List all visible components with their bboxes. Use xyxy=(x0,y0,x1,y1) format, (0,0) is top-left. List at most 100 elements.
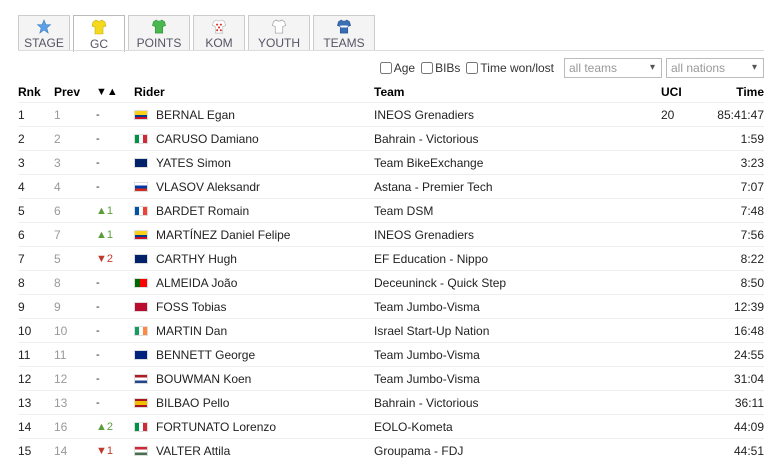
rider-link[interactable]: MARTIN Dan xyxy=(156,324,227,338)
tab-points[interactable]: POINTS xyxy=(128,15,190,50)
uci-points-cell xyxy=(661,199,701,223)
tab-label: YOUTH xyxy=(258,36,300,50)
team-link[interactable]: Israel Start-Up Nation xyxy=(374,324,489,338)
header-uci[interactable]: UCI xyxy=(661,82,701,103)
team-link[interactable]: Groupama - FDJ xyxy=(374,444,463,458)
results-table: Rnk Prev ▼▲ Rider Team UCI Time 11-BERNA… xyxy=(18,82,764,462)
table-row: 67▲1MARTÍNEZ Daniel FelipeINEOS Grenadie… xyxy=(18,223,764,247)
results-tabs: STAGE GC POINTS KOM YOUTH TEAMS xyxy=(18,15,378,52)
rider-link[interactable]: BENNETT George xyxy=(156,348,255,362)
team-link[interactable]: Team Jumbo-Visma xyxy=(374,348,480,362)
chevron-down-icon: ▾ xyxy=(752,62,757,73)
team-cell: Bahrain - Victorious xyxy=(374,391,661,415)
flag-no-icon xyxy=(134,302,148,312)
team-cell: Israel Start-Up Nation xyxy=(374,319,661,343)
time-cell: 7:56 xyxy=(701,223,764,247)
time-cell: 7:07 xyxy=(701,175,764,199)
jersey-yellow-icon xyxy=(91,19,107,35)
rider-cell: BARDET Romain xyxy=(134,199,374,223)
team-link[interactable]: INEOS Grenadiers xyxy=(374,108,474,122)
time-cell: 8:22 xyxy=(701,247,764,271)
time-cell: 36:11 xyxy=(701,391,764,415)
rank-cell: 4 xyxy=(18,175,54,199)
table-row: 1111-BENNETT GeorgeTeam Jumbo-Visma24:55 xyxy=(18,343,764,367)
rider-link[interactable]: BARDET Romain xyxy=(156,204,249,218)
header-change[interactable]: ▼▲ xyxy=(96,82,134,103)
flag-it-icon xyxy=(134,422,148,432)
prev-rank-cell: 2 xyxy=(54,127,96,151)
rider-link[interactable]: VALTER Attila xyxy=(156,444,230,458)
tab-kom[interactable]: KOM xyxy=(193,15,245,50)
prev-rank-cell: 6 xyxy=(54,199,96,223)
nations-select[interactable]: all nations ▾ xyxy=(666,58,764,78)
header-rnk[interactable]: Rnk xyxy=(18,82,54,103)
tab-teams[interactable]: TEAMS xyxy=(313,15,375,50)
rider-link[interactable]: CARTHY Hugh xyxy=(156,252,237,266)
rider-link[interactable]: VLASOV Aleksandr xyxy=(156,180,260,194)
team-cell: Bahrain - Victorious xyxy=(374,127,661,151)
rank-cell: 10 xyxy=(18,319,54,343)
flag-co-icon xyxy=(134,230,148,240)
header-time[interactable]: Time xyxy=(701,82,764,103)
nations-select-value: all nations xyxy=(671,61,725,75)
time-cell: 7:48 xyxy=(701,199,764,223)
tab-youth[interactable]: YOUTH xyxy=(248,15,310,50)
table-row: 33-YATES SimonTeam BikeExchange3:23 xyxy=(18,151,764,175)
rider-cell: ALMEIDA João xyxy=(134,271,374,295)
rank-cell: 6 xyxy=(18,223,54,247)
age-checkbox-label[interactable]: Age xyxy=(380,61,415,75)
table-row: 56▲1BARDET RomainTeam DSM7:48 xyxy=(18,199,764,223)
rider-link[interactable]: ALMEIDA João xyxy=(156,276,237,290)
flag-gb-icon xyxy=(134,158,148,168)
table-row: 1514▼1VALTER AttilaGroupama - FDJ44:51 xyxy=(18,439,764,462)
team-link[interactable]: Deceuninck - Quick Step xyxy=(374,276,506,290)
team-link[interactable]: INEOS Grenadiers xyxy=(374,228,474,242)
rider-cell: BOUWMAN Koen xyxy=(134,367,374,391)
time-cell: 3:23 xyxy=(701,151,764,175)
team-link[interactable]: Team BikeExchange xyxy=(374,156,483,170)
team-link[interactable]: Bahrain - Victorious xyxy=(374,132,479,146)
bibs-checkbox-label[interactable]: BIBs xyxy=(421,61,460,75)
time-cell: 24:55 xyxy=(701,343,764,367)
age-checkbox[interactable] xyxy=(380,62,392,74)
jersey-polka-icon xyxy=(211,19,227,34)
team-link[interactable]: Astana - Premier Tech xyxy=(374,180,493,194)
rider-link[interactable]: FORTUNATO Lorenzo xyxy=(156,420,276,434)
rider-cell: YATES Simon xyxy=(134,151,374,175)
flag-ru-icon xyxy=(134,182,148,192)
time-cell: 12:39 xyxy=(701,295,764,319)
chevron-down-icon: ▾ xyxy=(650,62,655,73)
team-cell: Team BikeExchange xyxy=(374,151,661,175)
flag-co-icon xyxy=(134,110,148,120)
team-link[interactable]: Team Jumbo-Visma xyxy=(374,300,480,314)
team-cell: Team Jumbo-Visma xyxy=(374,295,661,319)
team-link[interactable]: Bahrain - Victorious xyxy=(374,396,479,410)
rider-link[interactable]: BERNAL Egan xyxy=(156,108,235,122)
bibs-checkbox[interactable] xyxy=(421,62,433,74)
rider-link[interactable]: FOSS Tobias xyxy=(156,300,226,314)
tab-stage[interactable]: STAGE xyxy=(18,15,70,50)
prev-rank-cell: 3 xyxy=(54,151,96,175)
header-team[interactable]: Team xyxy=(374,82,661,103)
rank-cell: 8 xyxy=(18,271,54,295)
tab-gc[interactable]: GC xyxy=(73,15,125,52)
rider-link[interactable]: BOUWMAN Koen xyxy=(156,372,251,386)
rider-cell: BENNETT George xyxy=(134,343,374,367)
team-link[interactable]: Team DSM xyxy=(374,204,433,218)
rider-link[interactable]: CARUSO Damiano xyxy=(156,132,259,146)
rank-cell: 13 xyxy=(18,391,54,415)
team-link[interactable]: Team Jumbo-Visma xyxy=(374,372,480,386)
rider-link[interactable]: BILBAO Pello xyxy=(156,396,229,410)
header-prev[interactable]: Prev xyxy=(54,82,96,103)
uci-points-cell xyxy=(661,367,701,391)
rider-link[interactable]: YATES Simon xyxy=(156,156,231,170)
time-won-lost-checkbox[interactable] xyxy=(466,62,478,74)
header-rider[interactable]: Rider xyxy=(134,82,374,103)
tabs-divider xyxy=(18,50,764,51)
team-link[interactable]: EOLO-Kometa xyxy=(374,420,453,434)
rider-link[interactable]: MARTÍNEZ Daniel Felipe xyxy=(156,228,290,242)
team-link[interactable]: EF Education - Nippo xyxy=(374,252,488,266)
teams-select[interactable]: all teams ▾ xyxy=(564,58,662,78)
time-won-lost-checkbox-label[interactable]: Time won/lost xyxy=(466,61,554,75)
tab-label: STAGE xyxy=(24,36,64,50)
